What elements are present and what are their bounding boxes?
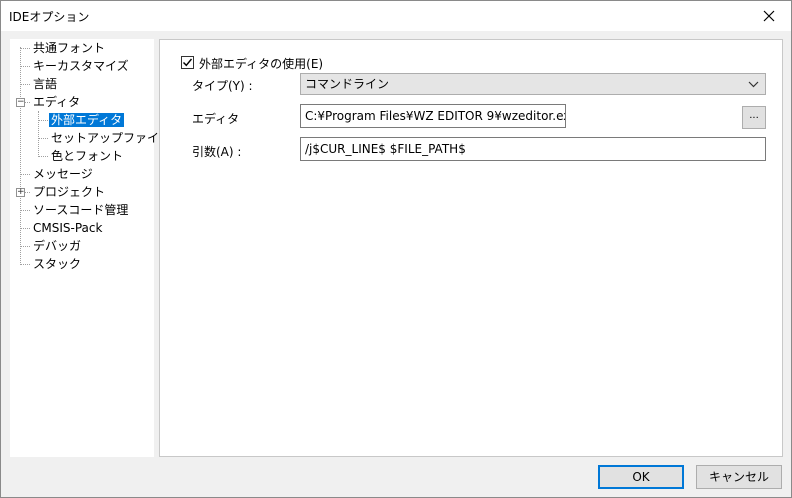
use-external-editor-label[interactable]: 外部エディタの使用(E) <box>199 55 323 72</box>
tree-item-key-customize[interactable]: キーカスタマイズ <box>31 57 131 75</box>
title-bar: IDEオプション <box>1 1 791 31</box>
cancel-button[interactable]: キャンセル <box>696 465 782 489</box>
tree-item-external-editor[interactable]: 外部エディタ <box>49 111 125 129</box>
chevron-down-icon <box>748 81 759 88</box>
expand-project-icon[interactable]: + <box>16 188 25 197</box>
ok-button[interactable]: OK <box>598 465 684 489</box>
use-external-editor-checkbox[interactable] <box>181 56 194 69</box>
tree-item-setup-file[interactable]: セットアップファイル <box>49 129 173 147</box>
window-title: IDEオプション <box>9 10 90 24</box>
tree-item-language[interactable]: 言語 <box>31 75 59 93</box>
tree-item-editor[interactable]: エディタ <box>31 93 82 111</box>
ide-options-dialog: IDEオプション − + 共通フォント キーカスタマイズ 言語 エディタ 外部エ… <box>0 0 792 498</box>
args-field[interactable]: /j$CUR_LINE$ $FILE_PATH$ <box>300 137 766 161</box>
external-editor-panel: 外部エディタの使用(E) タイプ(Y) : コマンドライン エディタ C:¥Pr… <box>159 39 783 457</box>
args-label: 引数(A) : <box>192 145 242 159</box>
tree-item-cmsis-pack[interactable]: CMSIS-Pack <box>31 219 104 237</box>
checkmark-icon <box>183 58 193 67</box>
browse-button[interactable]: ... <box>742 106 766 129</box>
type-label: タイプ(Y) : <box>192 79 253 93</box>
tree-item-project[interactable]: プロジェクト <box>31 183 107 201</box>
tree-item-common-font[interactable]: 共通フォント <box>31 39 107 57</box>
editor-label: エディタ <box>192 112 240 126</box>
tree-item-stack[interactable]: スタック <box>31 255 83 273</box>
close-button[interactable] <box>747 1 791 31</box>
type-select-value: コマンドライン <box>305 77 390 91</box>
type-select[interactable]: コマンドライン <box>300 73 766 95</box>
tree-item-debugger[interactable]: デバッガ <box>31 237 83 255</box>
close-icon <box>763 10 775 22</box>
tree-item-source-control[interactable]: ソースコード管理 <box>31 201 130 219</box>
collapse-editor-icon[interactable]: − <box>16 98 25 107</box>
tree-item-color-font[interactable]: 色とフォント <box>49 147 125 165</box>
editor-path-field[interactable]: C:¥Program Files¥WZ EDITOR 9¥wzeditor.ex… <box>300 104 566 128</box>
tree-item-message[interactable]: メッセージ <box>31 165 95 183</box>
category-tree: − + 共通フォント キーカスタマイズ 言語 エディタ 外部エディタ セットアッ… <box>10 39 171 457</box>
